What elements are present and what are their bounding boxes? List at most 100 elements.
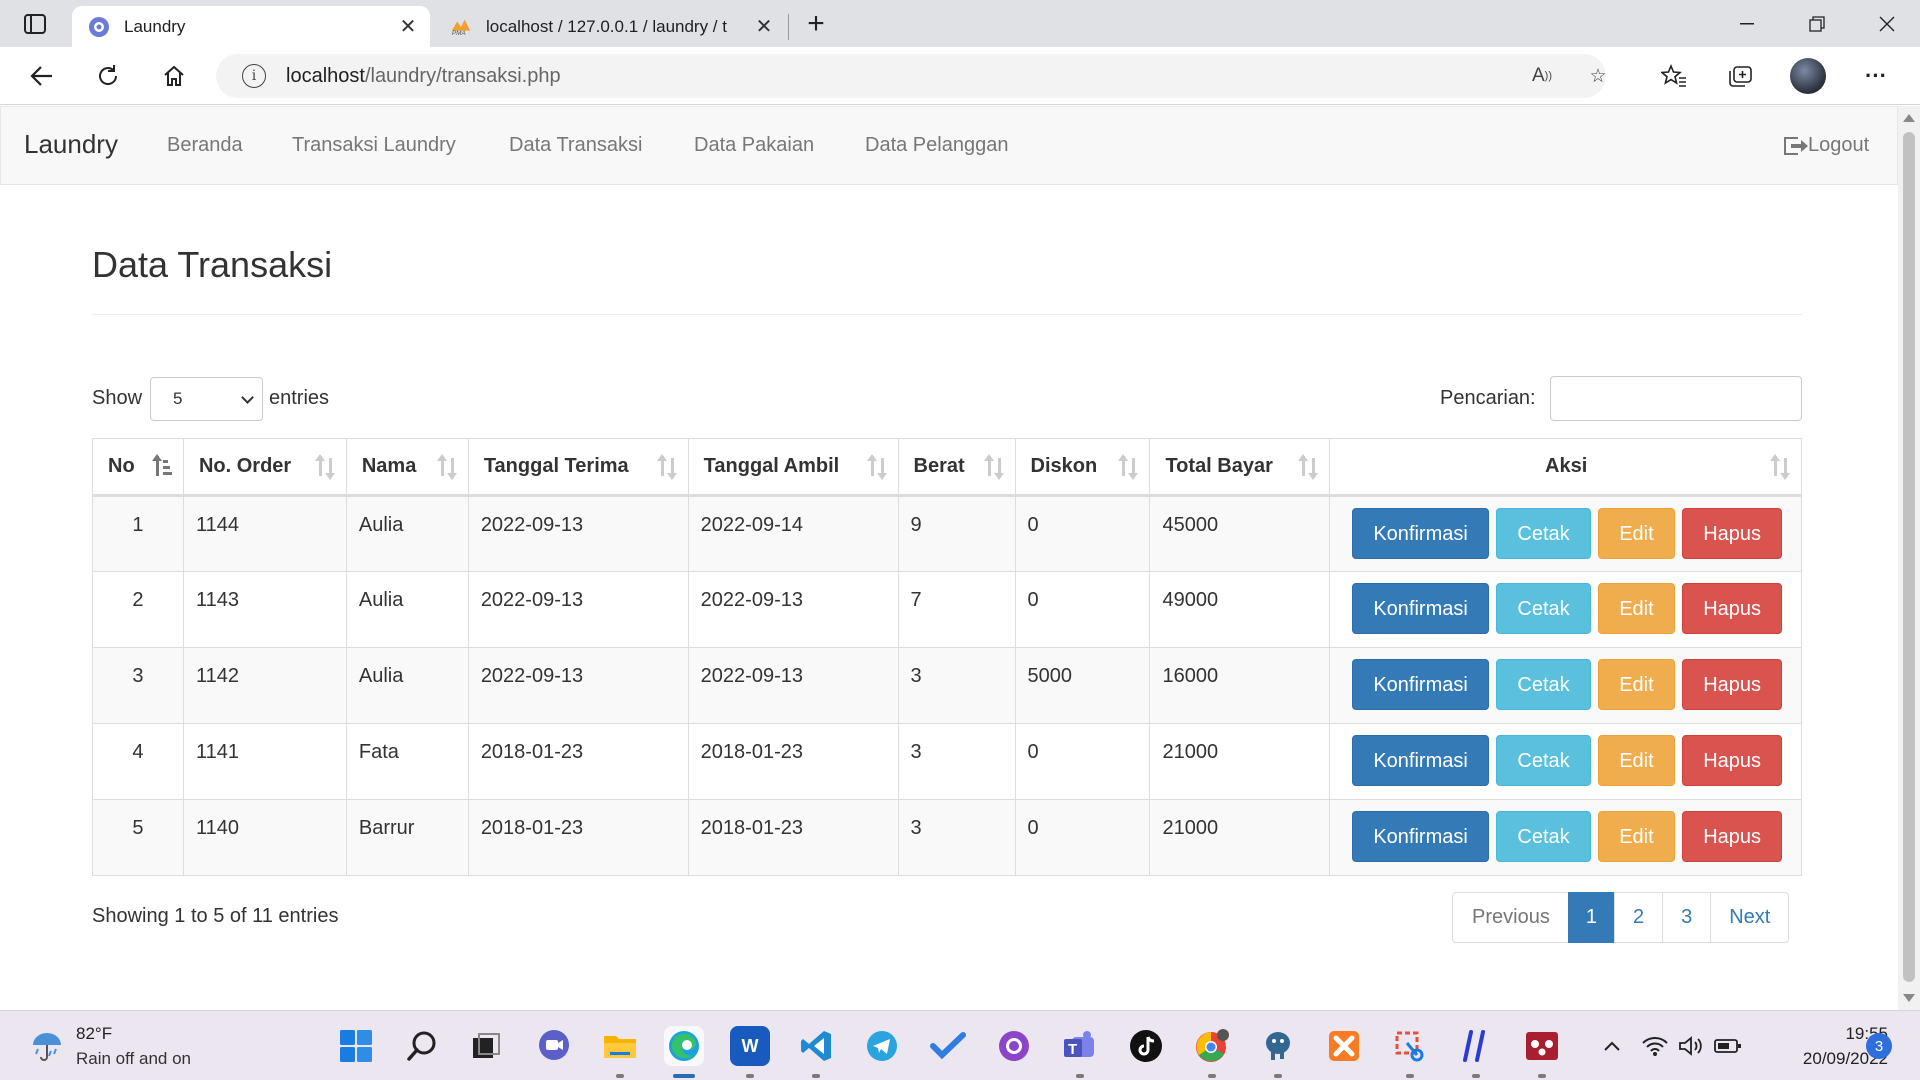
pagination-previous[interactable]: Previous — [1452, 892, 1569, 943]
home-icon[interactable] — [156, 58, 192, 94]
github-desktop-icon[interactable] — [994, 1026, 1034, 1066]
search-icon[interactable] — [402, 1026, 442, 1066]
hapus-button[interactable]: Hapus — [1682, 659, 1783, 710]
cetak-button[interactable]: Cetak — [1496, 659, 1591, 710]
edit-button[interactable]: Edit — [1598, 811, 1675, 862]
show-hidden-icons-icon[interactable] — [1598, 1033, 1626, 1059]
cell-nama: Aulia — [345, 495, 469, 572]
pagination-page-1[interactable]: 1 — [1567, 892, 1615, 943]
chrome-icon[interactable] — [1192, 1026, 1232, 1066]
edit-button[interactable]: Edit — [1598, 659, 1675, 710]
address-bar[interactable]: i localhost/laundry/transaksi.php A)) ☆ — [216, 54, 1607, 98]
hapus-button[interactable]: Hapus — [1682, 735, 1783, 786]
cetak-button[interactable]: Cetak — [1496, 583, 1591, 634]
konfirmasi-button[interactable]: Konfirmasi — [1352, 583, 1489, 634]
pagination-page-3[interactable]: 3 — [1662, 892, 1712, 943]
column-header-label: Aksi — [1545, 455, 1588, 477]
back-icon[interactable] — [24, 58, 60, 94]
column-header-aksi[interactable]: Aksi — [1329, 438, 1802, 497]
close-window-icon[interactable] — [1854, 0, 1920, 47]
pagination-next[interactable]: Next — [1710, 892, 1790, 943]
site-info-icon[interactable]: i — [242, 64, 266, 88]
tab-laundry[interactable]: Laundry ✕ — [72, 6, 430, 47]
entries-per-page-select[interactable]: 5 — [150, 377, 263, 421]
sort-icon — [314, 454, 336, 480]
edit-button[interactable]: Edit — [1598, 508, 1675, 559]
close-tab-icon[interactable]: ✕ — [394, 13, 422, 41]
more-menu-icon[interactable]: ··· — [1858, 58, 1894, 94]
teams-chat-icon[interactable] — [534, 1026, 574, 1066]
column-header-no[interactable]: No — [92, 438, 184, 497]
table-row: 5 1140 Barrur 2018-01-23 2018-01-23 3 0 … — [92, 799, 1802, 876]
cetak-button[interactable]: Cetak — [1496, 735, 1591, 786]
volume-icon[interactable] — [1676, 1033, 1706, 1059]
tab-phpmyadmin[interactable]: PMA localhost / 127.0.0.1 / laundry / t … — [434, 6, 786, 47]
windows-start-icon[interactable] — [336, 1026, 376, 1066]
konfirmasi-button[interactable]: Konfirmasi — [1352, 811, 1489, 862]
read-aloud-icon[interactable]: A)) — [1528, 62, 1556, 90]
konfirmasi-button[interactable]: Konfirmasi — [1352, 735, 1489, 786]
weather-rain-icon[interactable] — [30, 1029, 64, 1063]
close-tab-icon[interactable]: ✕ — [750, 13, 778, 41]
app-running-indicator — [746, 1074, 754, 1078]
search-input[interactable] — [1550, 376, 1802, 421]
hapus-button[interactable]: Hapus — [1682, 508, 1783, 559]
weather-description: Rain off and on — [76, 1049, 191, 1068]
column-header-total-bayar[interactable]: Total Bayar — [1149, 438, 1331, 497]
task-view-icon[interactable] — [466, 1026, 506, 1066]
edit-button[interactable]: Edit — [1598, 735, 1675, 786]
hapus-button[interactable]: Hapus — [1682, 583, 1783, 634]
scrollbar-thumb[interactable] — [1903, 132, 1915, 982]
column-header-order[interactable]: No. Order — [182, 438, 347, 497]
add-favorite-icon[interactable]: ☆ — [1584, 62, 1612, 90]
vscode-icon[interactable] — [796, 1026, 836, 1066]
tab-actions-icon[interactable] — [18, 10, 52, 38]
scroll-up-icon[interactable] — [1903, 114, 1915, 122]
column-header-berat[interactable]: Berat — [897, 438, 1016, 497]
word-icon[interactable]: W — [730, 1026, 770, 1066]
profile-avatar[interactable] — [1790, 58, 1826, 94]
navbar-brand[interactable]: Laundry — [24, 129, 118, 160]
tiktok-icon[interactable] — [1126, 1026, 1166, 1066]
column-header-tanggal-terima[interactable]: Tanggal Terima — [467, 438, 689, 497]
sort-icon — [1770, 454, 1791, 480]
nav-link-data-transaksi[interactable]: Data Transaksi — [509, 134, 642, 157]
edge-icon[interactable] — [664, 1026, 704, 1066]
notification-badge[interactable]: 3 — [1866, 1033, 1892, 1059]
favorites-icon[interactable] — [1656, 58, 1692, 94]
postgresql-icon[interactable] — [1258, 1026, 1298, 1066]
collections-icon[interactable] — [1722, 58, 1758, 94]
teams-icon[interactable]: T — [1060, 1026, 1100, 1066]
edit-button[interactable]: Edit — [1598, 583, 1675, 634]
column-header-tanggal-ambil[interactable]: Tanggal Ambil — [687, 438, 899, 497]
pagination-page-2[interactable]: 2 — [1613, 892, 1664, 943]
cetak-button[interactable]: Cetak — [1496, 508, 1591, 559]
cell-nama: Barrur — [345, 799, 469, 876]
nav-link-transaksi-laundry[interactable]: Transaksi Laundry — [292, 134, 456, 157]
new-tab-button[interactable]: + — [800, 7, 832, 40]
wifi-icon[interactable] — [1640, 1033, 1670, 1059]
logout-link[interactable]: Logout — [1784, 134, 1869, 157]
nav-link-beranda[interactable]: Beranda — [167, 134, 243, 157]
column-header-nama[interactable]: Nama — [345, 438, 469, 497]
cetak-button[interactable]: Cetak — [1496, 811, 1591, 862]
xampp-icon[interactable] — [1324, 1026, 1364, 1066]
nav-link-data-pakaian[interactable]: Data Pakaian — [694, 134, 814, 157]
konfirmasi-button[interactable]: Konfirmasi — [1352, 508, 1489, 559]
snipping-tool-icon[interactable] — [1390, 1026, 1430, 1066]
notepad-icon[interactable] — [1456, 1026, 1496, 1066]
nav-link-data-pelanggan[interactable]: Data Pelanggan — [865, 134, 1008, 157]
scroll-down-icon[interactable] — [1903, 994, 1915, 1002]
mendeley-icon[interactable] — [1522, 1026, 1562, 1066]
page-scrollbar[interactable] — [1898, 106, 1920, 1010]
file-explorer-icon[interactable] — [600, 1026, 640, 1066]
battery-icon[interactable] — [1712, 1033, 1744, 1059]
todo-icon[interactable] — [928, 1026, 968, 1066]
reload-icon[interactable] — [90, 58, 126, 94]
restore-icon[interactable] — [1784, 0, 1850, 47]
konfirmasi-button[interactable]: Konfirmasi — [1352, 659, 1489, 710]
hapus-button[interactable]: Hapus — [1682, 811, 1783, 862]
telegram-icon[interactable] — [862, 1026, 902, 1066]
column-header-diskon[interactable]: Diskon — [1014, 438, 1151, 497]
minimize-icon[interactable] — [1714, 0, 1780, 47]
